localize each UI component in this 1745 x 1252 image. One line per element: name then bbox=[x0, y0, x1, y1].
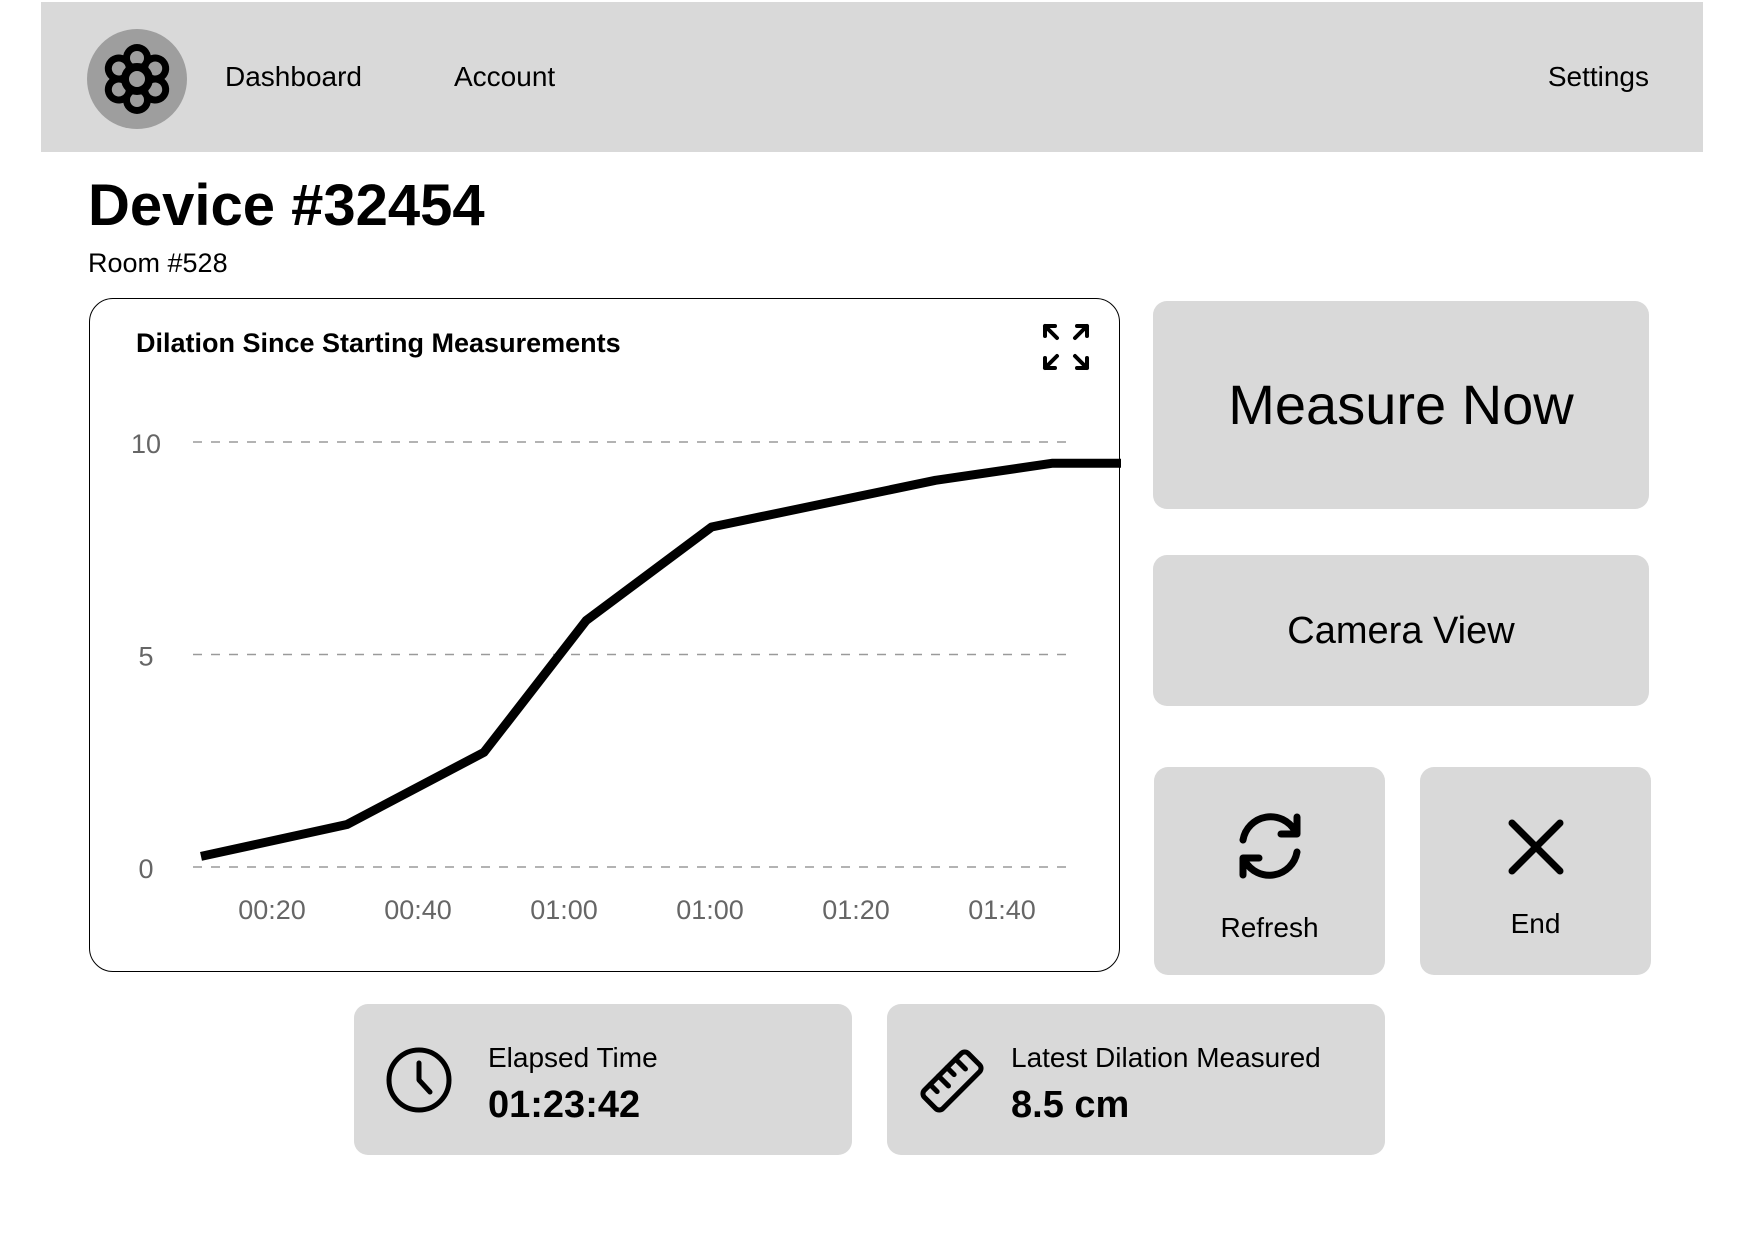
refresh-button[interactable]: Refresh bbox=[1154, 767, 1385, 975]
nav-account[interactable]: Account bbox=[454, 60, 555, 94]
latest-dilation-value: 8.5 cm bbox=[1011, 1084, 1130, 1126]
elapsed-time-card: Elapsed Time 01:23:42 bbox=[354, 1004, 852, 1155]
top-navbar: Dashboard Account Settings bbox=[41, 2, 1703, 152]
dilation-line-chart: 0 5 10 00:20 00:40 01:00 01:00 01:20 01:40 bbox=[131, 429, 1121, 925]
x-tick-label: 01:20 bbox=[822, 895, 890, 925]
flower-gear-icon bbox=[104, 44, 170, 114]
elapsed-time-value: 01:23:42 bbox=[488, 1084, 641, 1126]
y-tick-label: 5 bbox=[138, 642, 153, 672]
room-subtitle: Room #528 bbox=[88, 248, 228, 278]
camera-view-button[interactable]: Camera View bbox=[1153, 555, 1649, 706]
x-tick-label: 01:00 bbox=[676, 895, 744, 925]
elapsed-time-label: Elapsed Time bbox=[488, 1042, 658, 1073]
measure-now-label: Measure Now bbox=[1228, 373, 1574, 436]
y-tick-label: 10 bbox=[131, 429, 161, 459]
x-tick-label: 01:00 bbox=[530, 895, 598, 925]
refresh-icon bbox=[1239, 813, 1300, 879]
clock-icon bbox=[386, 1047, 452, 1113]
close-icon bbox=[1508, 819, 1563, 875]
camera-view-label: Camera View bbox=[1287, 609, 1515, 652]
nav-settings[interactable]: Settings bbox=[1548, 60, 1649, 94]
nav-dashboard[interactable]: Dashboard bbox=[225, 60, 362, 94]
latest-dilation-label: Latest Dilation Measured bbox=[1011, 1042, 1321, 1073]
x-tick-label: 00:20 bbox=[238, 895, 306, 925]
refresh-label: Refresh bbox=[1220, 912, 1319, 943]
logo[interactable] bbox=[87, 29, 187, 129]
measure-now-button[interactable]: Measure Now bbox=[1153, 301, 1649, 509]
y-tick-label: 0 bbox=[138, 854, 153, 884]
page-title: Device #32454 bbox=[88, 173, 485, 238]
latest-dilation-card: Latest Dilation Measured 8.5 cm bbox=[887, 1004, 1385, 1155]
dilation-series-line bbox=[200, 458, 1121, 861]
end-label: End bbox=[1510, 908, 1561, 939]
x-tick-label: 00:40 bbox=[384, 895, 452, 925]
ruler-icon bbox=[920, 1049, 984, 1113]
dilation-chart-card: Dilation Since Starting Measurements 051… bbox=[89, 298, 1121, 972]
end-button[interactable]: End bbox=[1420, 767, 1651, 975]
x-tick-label: 01:40 bbox=[968, 895, 1036, 925]
